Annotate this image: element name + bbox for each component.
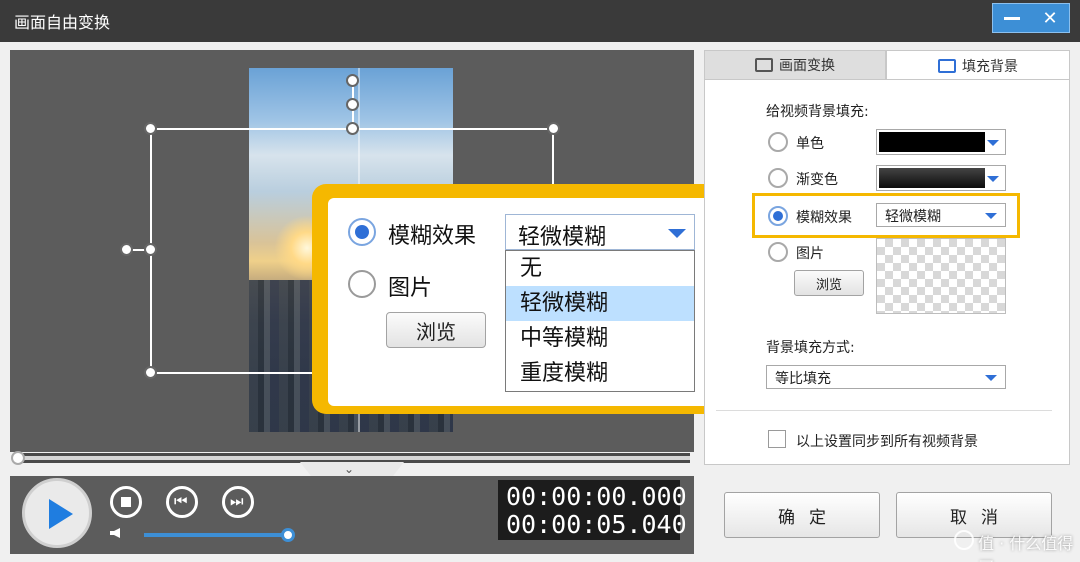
volume-slider[interactable] bbox=[144, 533, 288, 537]
stop-icon bbox=[121, 497, 131, 507]
time-display: 00:00:00.000 00:00:05.040 bbox=[498, 480, 687, 540]
window-controls: ✕ bbox=[992, 3, 1070, 33]
blur-effect-radio-zoomed[interactable] bbox=[348, 218, 376, 246]
divider bbox=[716, 410, 1052, 411]
play-icon bbox=[49, 499, 73, 529]
radio-dot bbox=[355, 225, 369, 239]
stop-button[interactable] bbox=[110, 486, 142, 518]
fill-mode-value: 等比填充 bbox=[775, 371, 831, 387]
dropdown-option-medium-blur[interactable]: 中等模糊 bbox=[506, 321, 694, 356]
tab-fill-background[interactable]: 填充背景 bbox=[886, 50, 1070, 80]
blur-level-value: 轻微模糊 bbox=[518, 225, 607, 250]
watermark-logo-icon bbox=[954, 530, 974, 550]
resize-handle-top[interactable] bbox=[346, 122, 359, 135]
blur-level-select[interactable]: 轻微模糊 bbox=[876, 203, 1006, 227]
next-icon: ⏭ bbox=[230, 492, 244, 510]
image-preview-placeholder bbox=[876, 238, 1006, 314]
solid-color-label: 单色 bbox=[796, 136, 824, 152]
side-handle-outer[interactable] bbox=[120, 243, 133, 256]
ok-button[interactable]: 确定 bbox=[724, 492, 880, 538]
browse-button-zoomed[interactable]: 浏览 bbox=[386, 312, 486, 348]
rotate-handle[interactable] bbox=[346, 74, 359, 87]
blur-level-value: 轻微模糊 bbox=[885, 209, 941, 225]
window-title: 画面自由变换 bbox=[14, 13, 111, 32]
volume-knob[interactable] bbox=[281, 528, 295, 542]
chevron-down-icon bbox=[668, 229, 686, 238]
blur-effect-label-zoomed: 模糊效果 bbox=[388, 224, 477, 249]
blur-effect-radio[interactable] bbox=[768, 206, 788, 226]
watermark: 值 · 什么值得买 bbox=[978, 534, 1074, 562]
progress-knob[interactable] bbox=[11, 451, 25, 465]
fill-heading: 给视频背景填充: bbox=[766, 104, 869, 120]
resize-handle-left[interactable] bbox=[144, 243, 157, 256]
previous-frame-button[interactable]: ⏮ bbox=[166, 486, 198, 518]
progress-bar bbox=[20, 456, 690, 460]
radio-dot bbox=[773, 211, 783, 221]
resize-handle-top-left[interactable] bbox=[144, 122, 157, 135]
blur-level-dropdown-list: 无 轻微模糊 中等模糊 重度模糊 bbox=[505, 250, 695, 392]
image-label-zoomed: 图片 bbox=[388, 276, 433, 301]
solid-color-picker[interactable] bbox=[876, 129, 1006, 155]
tab-label: 画面变换 bbox=[779, 58, 835, 74]
gradient-swatch bbox=[879, 168, 985, 188]
color-swatch bbox=[879, 132, 985, 152]
browse-button[interactable]: 浏览 bbox=[794, 270, 864, 296]
tab-transform[interactable]: 画面变换 bbox=[704, 50, 886, 80]
close-icon: ✕ bbox=[1042, 7, 1058, 29]
blur-level-select-zoomed[interactable]: 轻微模糊 bbox=[505, 214, 695, 250]
fill-mode-label: 背景填充方式: bbox=[766, 340, 855, 356]
minimize-icon bbox=[1004, 16, 1020, 20]
image-label: 图片 bbox=[796, 246, 824, 262]
sync-all-checkbox[interactable] bbox=[768, 430, 786, 448]
chevron-down-icon bbox=[987, 140, 999, 146]
chevron-down-icon bbox=[987, 176, 999, 182]
chevron-down-icon: ⌄ bbox=[344, 462, 355, 476]
play-button[interactable] bbox=[22, 478, 92, 548]
sync-all-label: 以上设置同步到所有视频背景 bbox=[796, 434, 978, 450]
crop-icon bbox=[755, 58, 773, 72]
total-time: 00:00:05.040 bbox=[506, 510, 687, 539]
chevron-down-icon bbox=[985, 213, 997, 219]
gradient-label: 渐变色 bbox=[796, 172, 838, 188]
fill-background-icon bbox=[938, 58, 956, 73]
dropdown-option-light-blur[interactable]: 轻微模糊 bbox=[506, 286, 694, 321]
scale-handle-top-outer[interactable] bbox=[346, 98, 359, 111]
image-radio-zoomed[interactable] bbox=[348, 270, 376, 298]
tab-label: 填充背景 bbox=[962, 58, 1018, 75]
image-radio[interactable] bbox=[768, 242, 788, 262]
minimize-button[interactable] bbox=[993, 4, 1031, 32]
previous-icon: ⏮ bbox=[174, 492, 188, 510]
next-frame-button[interactable]: ⏭ bbox=[222, 486, 254, 518]
chevron-down-icon bbox=[985, 375, 997, 381]
resize-handle-top-right[interactable] bbox=[547, 122, 560, 135]
close-button[interactable]: ✕ bbox=[1031, 4, 1069, 32]
dropdown-option-heavy-blur[interactable]: 重度模糊 bbox=[506, 356, 694, 391]
title-bar bbox=[0, 0, 1080, 42]
gradient-picker[interactable] bbox=[876, 165, 1006, 191]
gradient-radio[interactable] bbox=[768, 168, 788, 188]
solid-color-radio[interactable] bbox=[768, 132, 788, 152]
dropdown-option-none[interactable]: 无 bbox=[506, 251, 694, 286]
resize-handle-bottom-left[interactable] bbox=[144, 366, 157, 379]
blur-effect-label: 模糊效果 bbox=[796, 210, 852, 226]
fill-mode-select[interactable]: 等比填充 bbox=[766, 365, 1006, 389]
current-time: 00:00:00.000 bbox=[506, 482, 687, 511]
